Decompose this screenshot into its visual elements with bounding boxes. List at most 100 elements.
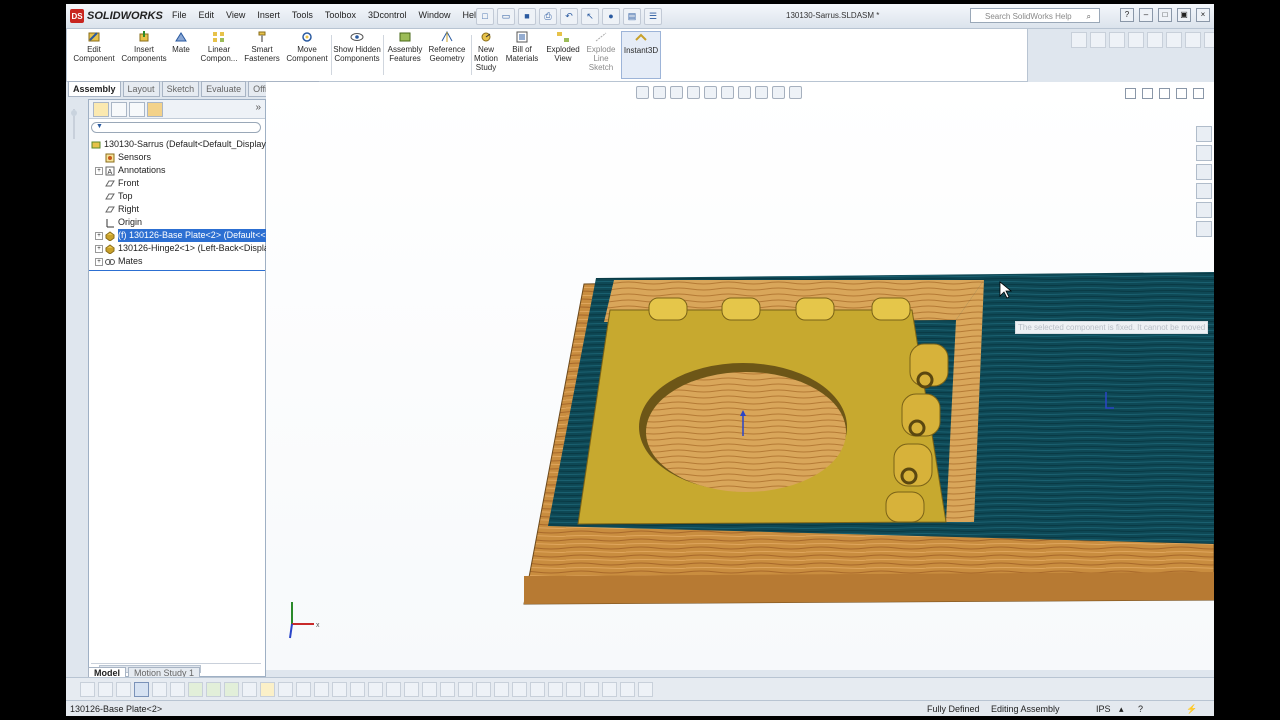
menu-window[interactable]: Window <box>412 10 456 20</box>
rollback-bar[interactable] <box>89 270 265 271</box>
filter-icon[interactable] <box>584 682 599 697</box>
tree-item-origin[interactable]: Origin <box>105 216 142 229</box>
explode-line-sketch-button[interactable]: Explode Line Sketch <box>583 31 619 72</box>
menu-toolbox[interactable]: Toolbox <box>319 10 362 20</box>
tree-root[interactable]: 130130-Sarrus (Default<Default_Display S <box>91 138 274 151</box>
units-dropdown-icon[interactable]: ▴ <box>1119 701 1124 716</box>
solidworks-logo[interactable]: DS SOLIDWORKS <box>70 8 163 24</box>
filter-icon[interactable] <box>404 682 419 697</box>
filter-icon[interactable] <box>386 682 401 697</box>
filter-icon[interactable] <box>512 682 527 697</box>
filter-icon[interactable] <box>188 682 203 697</box>
open-icon[interactable]: ▭ <box>497 8 515 25</box>
tree-item-mates[interactable]: + Mates <box>95 255 143 268</box>
close-icon[interactable]: × <box>1196 8 1210 22</box>
filter-icon[interactable] <box>602 682 617 697</box>
tab-evaluate[interactable]: Evaluate <box>201 81 247 97</box>
instant3d-button[interactable]: Instant3D <box>621 31 661 79</box>
view-icon[interactable] <box>1109 32 1125 48</box>
tree-item-front[interactable]: Front <box>105 177 139 190</box>
help-icon[interactable]: ? <box>1120 8 1134 22</box>
tree-filter-input[interactable]: ▼ <box>91 122 261 133</box>
rebuild-status-icon[interactable]: ⚡ <box>1186 701 1197 716</box>
new-icon[interactable]: □ <box>476 8 494 25</box>
filter-icon[interactable] <box>260 682 275 697</box>
print-icon[interactable]: ⎙ <box>539 8 557 25</box>
view-icon[interactable] <box>1166 32 1182 48</box>
filter-icon[interactable] <box>206 682 221 697</box>
expand-icon[interactable]: + <box>95 231 103 240</box>
filter-icon[interactable] <box>314 682 329 697</box>
property-manager-tab-icon[interactable] <box>111 102 127 117</box>
select-dropdown-icon[interactable] <box>152 682 167 697</box>
tree-item-sensors[interactable]: Sensors <box>105 151 151 164</box>
exploded-view-button[interactable]: Exploded View <box>543 31 583 63</box>
tree-item-right[interactable]: Right <box>105 203 139 216</box>
assembly-features-button[interactable]: Assembly Features <box>385 31 425 63</box>
filter-icon[interactable] <box>278 682 293 697</box>
status-units[interactable]: IPS <box>1096 701 1111 716</box>
expand-icon[interactable]: + <box>95 166 103 175</box>
expand-icon[interactable]: + <box>95 244 103 253</box>
filter-icon[interactable] <box>80 682 95 697</box>
move-component-button[interactable]: Move Component <box>285 31 329 63</box>
expand-panel-icon[interactable]: » <box>255 102 261 113</box>
model-render[interactable]: x <box>266 82 1214 670</box>
menu-3dcontrol[interactable]: 3Dcontrol <box>362 10 413 20</box>
tab-assembly[interactable]: Assembly <box>68 81 121 97</box>
filter-icon[interactable] <box>224 682 239 697</box>
view-icon[interactable] <box>1147 32 1163 48</box>
tab-sketch[interactable]: Sketch <box>161 81 200 97</box>
filter-icon[interactable] <box>530 682 545 697</box>
menu-edit[interactable]: Edit <box>193 10 221 20</box>
view-icon[interactable] <box>1185 32 1201 48</box>
menu-view[interactable]: View <box>220 10 251 20</box>
filter-icon[interactable] <box>296 682 311 697</box>
help-icon[interactable]: ? <box>1138 701 1143 716</box>
smart-fasteners-button[interactable]: Smart Fasteners <box>243 31 281 63</box>
view-icon[interactable] <box>1071 32 1087 48</box>
status-mode[interactable]: Editing Assembly <box>991 701 1060 716</box>
new-motion-study-button[interactable]: New Motion Study <box>471 31 501 72</box>
tree-item-hinge[interactable]: + 130126-Hinge2<1> (Left-Back<Displa <box>95 242 269 255</box>
minimize-icon[interactable]: – <box>1139 8 1153 22</box>
tree-item-base-plate[interactable]: + (f) 130126-Base Plate<2> (Default<<D <box>95 229 273 242</box>
filter-icon[interactable] <box>638 682 653 697</box>
view-icon[interactable] <box>1128 32 1144 48</box>
mate-button[interactable]: Mate <box>169 31 193 54</box>
menu-insert[interactable]: Insert <box>251 10 286 20</box>
menu-file[interactable]: File <box>166 10 193 20</box>
filter-icon[interactable] <box>476 682 491 697</box>
feature-manager-tab-icon[interactable] <box>93 102 109 117</box>
pointer-icon[interactable] <box>170 682 185 697</box>
filter-icon[interactable] <box>458 682 473 697</box>
filter-icon[interactable] <box>368 682 383 697</box>
filter-icon[interactable] <box>422 682 437 697</box>
graphics-area[interactable]: x The selected component is fixed. It ca… <box>266 82 1214 670</box>
edit-component-button[interactable]: Edit Component <box>71 31 117 63</box>
filter-icon[interactable] <box>440 682 455 697</box>
rollback-icon[interactable] <box>66 99 88 159</box>
undo-icon[interactable]: ↶ <box>560 8 578 25</box>
linear-pattern-button[interactable]: Linear Compon... <box>197 31 241 63</box>
filter-icon[interactable] <box>494 682 509 697</box>
help-search-input[interactable]: Search SolidWorks Help ⌕ <box>970 8 1100 23</box>
filter-icon[interactable] <box>332 682 347 697</box>
filter-icon[interactable] <box>98 682 113 697</box>
tree-item-top[interactable]: Top <box>105 190 133 203</box>
insert-components-button[interactable]: Insert Components <box>121 31 167 63</box>
view-icon[interactable] <box>1090 32 1106 48</box>
view-icon[interactable] <box>1204 32 1214 48</box>
tree-item-annotations[interactable]: + A Annotations <box>95 164 166 177</box>
menu-tools[interactable]: Tools <box>286 10 319 20</box>
rebuild-icon[interactable]: ● <box>602 8 620 25</box>
filter-icon[interactable] <box>566 682 581 697</box>
bill-of-materials-button[interactable]: Bill of Materials <box>505 31 539 63</box>
filter-icon[interactable] <box>548 682 563 697</box>
configuration-manager-tab-icon[interactable] <box>129 102 145 117</box>
save-icon[interactable]: ■ <box>518 8 536 25</box>
filter-icon[interactable] <box>620 682 635 697</box>
restore-icon[interactable]: ▣ <box>1177 8 1191 22</box>
select-icon[interactable] <box>134 682 149 697</box>
maximize-icon[interactable]: □ <box>1158 8 1172 22</box>
